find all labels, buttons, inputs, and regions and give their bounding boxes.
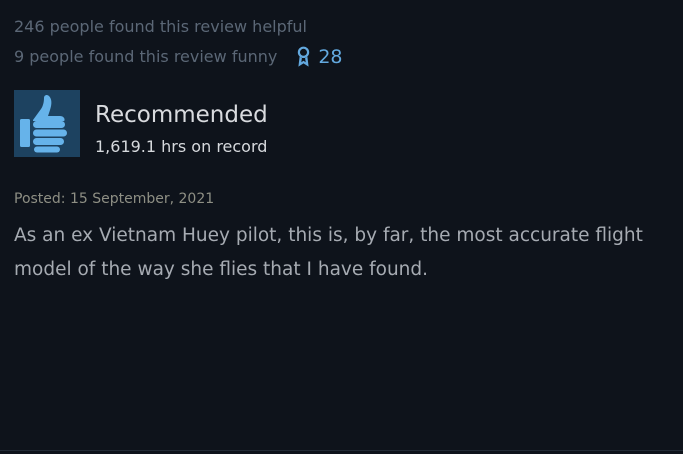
recommended-thumb[interactable]	[14, 90, 80, 157]
award-ribbon-icon	[296, 46, 311, 68]
helpful-count: 246 people found this review helpful	[14, 17, 307, 36]
posted-date: Posted: 15 September, 2021	[14, 191, 215, 207]
funny-row: 9 people found this review funny 28	[14, 46, 343, 68]
recommendation-title[interactable]: Recommended	[95, 101, 268, 129]
award-badge[interactable]: 28	[296, 46, 343, 68]
review-body: As an ex Vietnam Huey pilot, this is, by…	[14, 225, 643, 280]
thumbs-up-icon	[14, 90, 80, 157]
review-card: 246 people found this review helpful 9 p…	[0, 0, 683, 454]
award-count: 28	[318, 46, 343, 68]
divider	[0, 450, 683, 451]
funny-count: 9 people found this review funny	[14, 47, 278, 66]
hours-on-record: 1,619.1 hrs on record	[95, 137, 268, 156]
